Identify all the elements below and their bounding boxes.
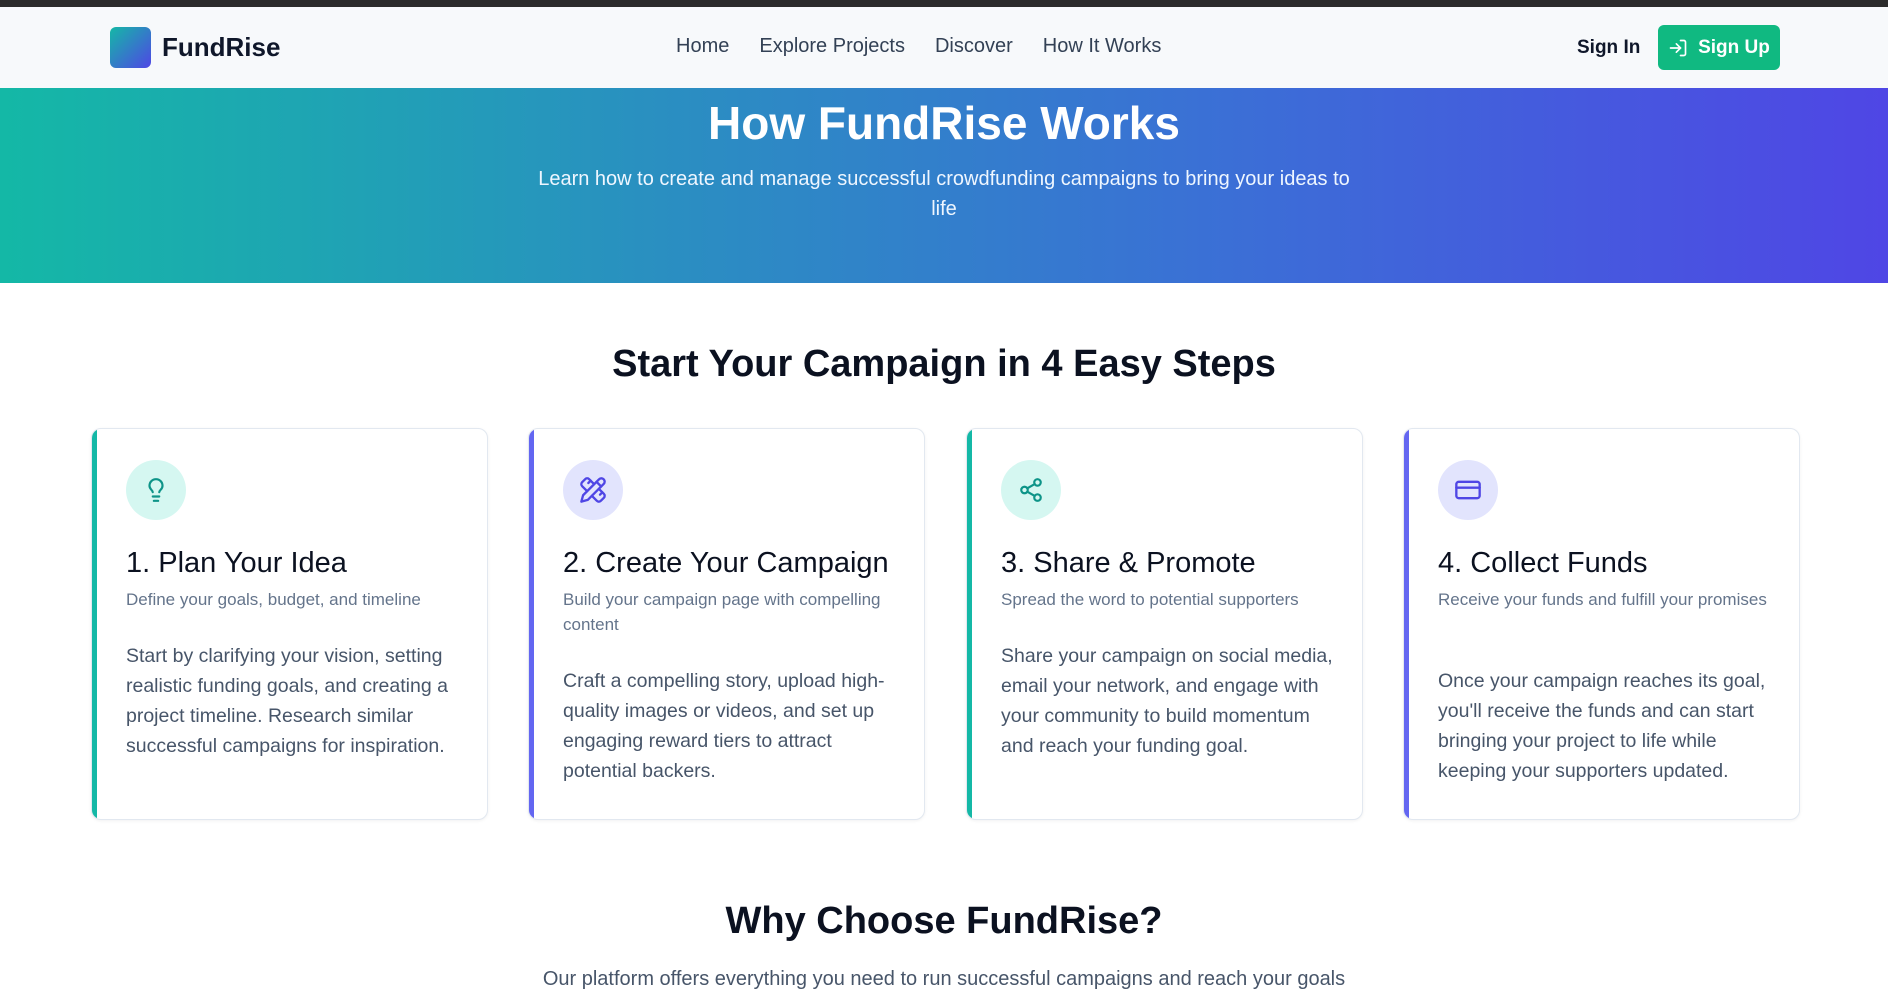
card-accent-bar — [529, 429, 534, 819]
step-title: 3. Share & Promote — [1001, 547, 1256, 579]
why-section-title: Why Choose FundRise? — [725, 900, 1163, 942]
step-icon-badge — [563, 460, 623, 520]
why-section-subtitle: Our platform offers everything you need … — [542, 968, 1346, 990]
nav-discover[interactable]: Discover — [935, 35, 1013, 58]
step-icon-badge — [1001, 460, 1061, 520]
main-nav: Home Explore Projects Discover How It Wo… — [676, 35, 1191, 58]
hero-title: How FundRise Works — [708, 97, 1180, 149]
step-card-collect: 4. Collect Funds Receive your funds and … — [1403, 428, 1800, 820]
nav-how-it-works[interactable]: How It Works — [1043, 35, 1162, 58]
steps-section-title: Start Your Campaign in 4 Easy Steps — [612, 343, 1276, 385]
share-icon — [1020, 478, 1042, 502]
site-header: FundRise Home Explore Projects Discover … — [0, 7, 1888, 88]
step-description: Share your campaign on social media, ema… — [1001, 645, 1333, 757]
card-accent-bar — [92, 429, 97, 819]
step-subtitle: Build your campaign page with compelling… — [563, 590, 881, 634]
step-icon-badge — [1438, 460, 1498, 520]
hero-banner: How FundRise Works Learn how to create a… — [0, 88, 1888, 283]
step-subtitle: Define your goals, budget, and timeline — [126, 590, 421, 609]
step-card-create: 2. Create Your Campaign Build your campa… — [528, 428, 925, 820]
brand-logo[interactable]: FundRise — [110, 27, 280, 68]
hero-subtitle: Learn how to create and manage successfu… — [538, 168, 1350, 220]
sign-in-arrow-icon — [1669, 39, 1687, 56]
step-subtitle: Spread the word to potential supporters — [1001, 590, 1299, 609]
step-title: 4. Collect Funds — [1438, 547, 1648, 579]
card-accent-bar — [1404, 429, 1409, 819]
nav-home[interactable]: Home — [676, 35, 729, 58]
sign-up-button[interactable]: Sign Up — [1658, 25, 1780, 70]
credit-card-icon — [1455, 480, 1481, 500]
step-description: Start by clarifying your vision, setting… — [126, 645, 448, 757]
sign-in-button[interactable]: Sign In — [1577, 37, 1640, 59]
step-description: Once your campaign reaches its goal, you… — [1438, 670, 1766, 782]
step-card-share: 3. Share & Promote Spread the word to po… — [966, 428, 1363, 820]
card-accent-bar — [967, 429, 972, 819]
step-title: 1. Plan Your Idea — [126, 547, 347, 579]
step-description: Craft a compelling story, upload high-qu… — [563, 670, 885, 782]
window-top-border — [0, 0, 1888, 7]
step-card-plan: 1. Plan Your Idea Define your goals, bud… — [91, 428, 488, 820]
step-icon-badge — [126, 460, 186, 520]
nav-explore-projects[interactable]: Explore Projects — [759, 35, 905, 58]
lightbulb-icon — [148, 478, 164, 502]
pencil-ruler-icon — [580, 477, 606, 503]
sign-up-label: Sign Up — [1698, 36, 1770, 58]
step-title: 2. Create Your Campaign — [563, 547, 889, 579]
logo-mark-icon — [110, 27, 151, 68]
step-subtitle: Receive your funds and fulfill your prom… — [1438, 590, 1767, 609]
brand-name: FundRise — [162, 32, 281, 62]
